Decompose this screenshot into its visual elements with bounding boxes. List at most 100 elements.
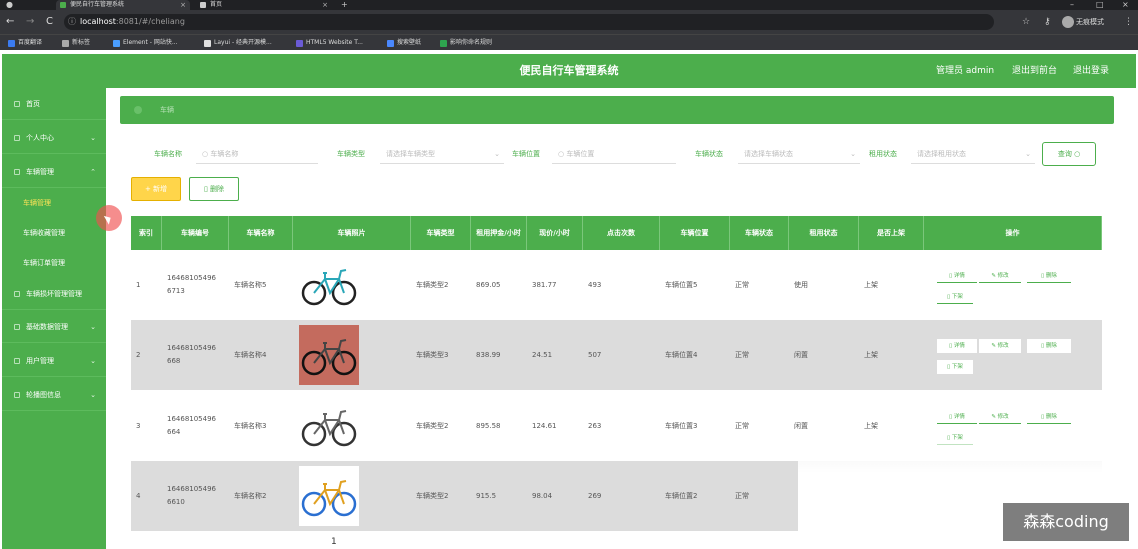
row-offshelf-button[interactable]: ▯ 下架 <box>937 290 973 304</box>
filter-name-input[interactable]: ○ 车辆名称 <box>196 146 318 164</box>
sidebar-item-basedata[interactable]: 基础数据管理 ⌄ <box>2 311 106 343</box>
table-cell-location: 车辆位置2 <box>665 491 698 500</box>
back-to-front-link[interactable]: 退出到前台 <box>1012 54 1057 88</box>
bookmark-label: 影响你命名规则 <box>450 39 493 46</box>
table-cell-status: 正常 <box>735 280 749 289</box>
vehicle-photo[interactable] <box>299 396 359 456</box>
row-detail-button[interactable]: ▯ 详情 <box>937 269 977 283</box>
bookmark-item[interactable]: 搜索壁纸 <box>387 37 421 49</box>
sidebar-item-label: 车辆损坏管理管理 <box>26 290 82 298</box>
filter-rent-select[interactable]: 请选择租用状态 ⌄ <box>911 146 1035 164</box>
row-action-label: 详情 <box>953 343 965 349</box>
row-edit-button[interactable]: ✎ 修改 <box>979 339 1021 353</box>
table-cell-type: 车辆类型3 <box>416 350 449 359</box>
filter-type-select[interactable]: 请选择车辆类型 ⌄ <box>380 146 504 164</box>
breadcrumb-current[interactable]: 车辆 <box>160 96 174 124</box>
row-action-label: 删除 <box>1045 343 1057 349</box>
table-header-cell: 操作 <box>924 216 1102 250</box>
query-button[interactable]: 查询 ○ <box>1042 142 1096 166</box>
forward-icon[interactable]: → <box>26 15 34 29</box>
table-row[interactable]: 1 16468105496 6713 车辆名称5 车辆类型2 869.05 381.77 4… <box>131 250 1102 320</box>
row-detail-button[interactable]: ▯ 详情 <box>937 339 977 353</box>
bookmark-label: 新标签 <box>72 39 91 46</box>
bookmark-icon <box>8 40 15 47</box>
row-action-label: 删除 <box>1045 414 1057 420</box>
tab-close-icon[interactable]: × <box>180 0 186 10</box>
bookmark-item[interactable]: Element - 网站快... <box>113 37 178 49</box>
vehicle-photo[interactable] <box>299 325 359 385</box>
bookmark-label: 搜索壁纸 <box>397 39 422 46</box>
table-cell-type: 车辆类型2 <box>416 491 449 500</box>
bookmarks-bar: 百度翻译 新标签 Element - 网站快... Layui - 经典开源模... H… <box>0 34 1138 50</box>
bookmark-label: HTML5 Website T... <box>306 39 363 46</box>
bookmark-icon <box>62 40 69 47</box>
url-bar[interactable]: ⓘ localhost:8081/#/cheliang <box>64 14 994 30</box>
sidebar-sub-orders[interactable]: 车辆订单管理 <box>2 249 106 278</box>
add-button[interactable]: + 新增 <box>131 177 181 201</box>
table-cell-code: 16468105496 668 <box>167 344 216 365</box>
sidebar-item-label: 首页 <box>26 100 40 108</box>
bookmark-item[interactable]: 新标签 <box>62 37 90 49</box>
vehicle-photo[interactable] <box>299 255 359 315</box>
vehicle-photo[interactable] <box>299 466 359 526</box>
delete-button[interactable]: ▯ 删除 <box>189 177 239 201</box>
sidebar-item-vehicle[interactable]: 车辆管理 ⌃ <box>2 156 106 188</box>
row-edit-button[interactable]: ✎ 修改 <box>979 269 1021 283</box>
bookmark-icon <box>204 40 211 47</box>
new-tab-button[interactable]: + <box>341 0 348 10</box>
table-header-cell: 是否上架 <box>859 216 924 250</box>
row-action-label: 修改 <box>997 414 1009 420</box>
minimize-icon[interactable]: – <box>1070 0 1074 10</box>
bookmark-label: Element - 网站快... <box>123 39 178 46</box>
table-cell-type: 车辆类型2 <box>416 421 449 430</box>
table-cell-status: 正常 <box>735 421 749 430</box>
sidebar-item-carousel[interactable]: 轮播图信息 ⌄ <box>2 379 106 411</box>
sidebar-item-users[interactable]: 用户管理 ⌄ <box>2 345 106 377</box>
table-cell-index: 1 <box>136 280 141 289</box>
table-cell-shelf: 上架 <box>864 350 878 359</box>
table-cell-deposit: 869.05 <box>476 280 501 289</box>
incognito-indicator[interactable]: 无痕模式 <box>1062 15 1104 29</box>
sidebar-item-home[interactable]: 首页 <box>2 88 106 120</box>
row-delete-button[interactable]: ▯ 删除 <box>1027 410 1071 424</box>
filter-location-input[interactable]: ○ 车辆位置 <box>552 146 676 164</box>
key-icon[interactable]: ⚷ <box>1044 15 1051 29</box>
bookmark-item[interactable]: 百度翻译 <box>8 37 42 49</box>
tab-close-icon[interactable]: × <box>322 0 328 10</box>
sidebar-sub-favorites[interactable]: 车辆收藏管理 <box>2 219 106 248</box>
sidebar-item-damage[interactable]: 车辆损坏管理管理 <box>2 278 106 310</box>
chevron-down-icon: ⌄ <box>90 323 96 331</box>
row-offshelf-button[interactable]: ▯ 下架 <box>937 360 973 374</box>
row-edit-button[interactable]: ✎ 修改 <box>979 410 1021 424</box>
site-info-icon[interactable]: ⓘ <box>68 14 76 30</box>
row-detail-button[interactable]: ▯ 详情 <box>937 410 977 424</box>
table-header-cell: 车辆照片 <box>293 216 411 250</box>
table-cell-type: 车辆类型2 <box>416 280 449 289</box>
table-cell-shelf: 上架 <box>864 280 878 289</box>
filter-rent-label: 租用状态 <box>869 150 897 158</box>
close-window-icon[interactable]: × <box>1122 0 1129 10</box>
bookmark-item[interactable]: Layui - 经典开源模... <box>204 37 272 49</box>
menu-dots-icon[interactable]: ⋮ <box>1124 15 1133 29</box>
query-button-label: 查询 <box>1057 150 1072 158</box>
table-cell-price: 124.61 <box>532 421 557 430</box>
bookmark-item[interactable]: HTML5 Website T... <box>296 37 363 49</box>
filter-status-select[interactable]: 请选择车辆状态 ⌄ <box>738 146 860 164</box>
row-delete-button[interactable]: ▯ 删除 <box>1027 269 1071 283</box>
sidebar-sub-vehicle[interactable]: 车辆管理 <box>2 189 106 218</box>
back-icon[interactable]: ← <box>6 15 14 29</box>
maximize-icon[interactable]: □ <box>1096 0 1104 10</box>
row-action-label: 删除 <box>1045 273 1057 279</box>
tab-active[interactable]: 便民自行车管理系统 × <box>56 0 190 10</box>
reload-icon[interactable]: C <box>46 15 53 29</box>
chrome-menu-icon[interactable]: ● <box>6 0 13 10</box>
bookmark-star-icon[interactable]: ☆ <box>1022 15 1030 29</box>
sidebar-item-personal[interactable]: 个人中心 ⌄ <box>2 122 106 154</box>
logout-link[interactable]: 退出登录 <box>1073 54 1109 88</box>
sidebar-item-label: 用户管理 <box>26 357 54 365</box>
tab-home[interactable]: 首页 × <box>196 0 332 10</box>
bookmark-item[interactable]: 影响你命名规则 <box>440 37 492 49</box>
pagination-current[interactable]: 1 <box>331 537 337 547</box>
table-row[interactable]: 2 16468105496 668 车辆名称4 车辆类型3 838.99 24.51 507… <box>131 320 1102 390</box>
row-delete-button[interactable]: ▯ 删除 <box>1027 339 1071 353</box>
